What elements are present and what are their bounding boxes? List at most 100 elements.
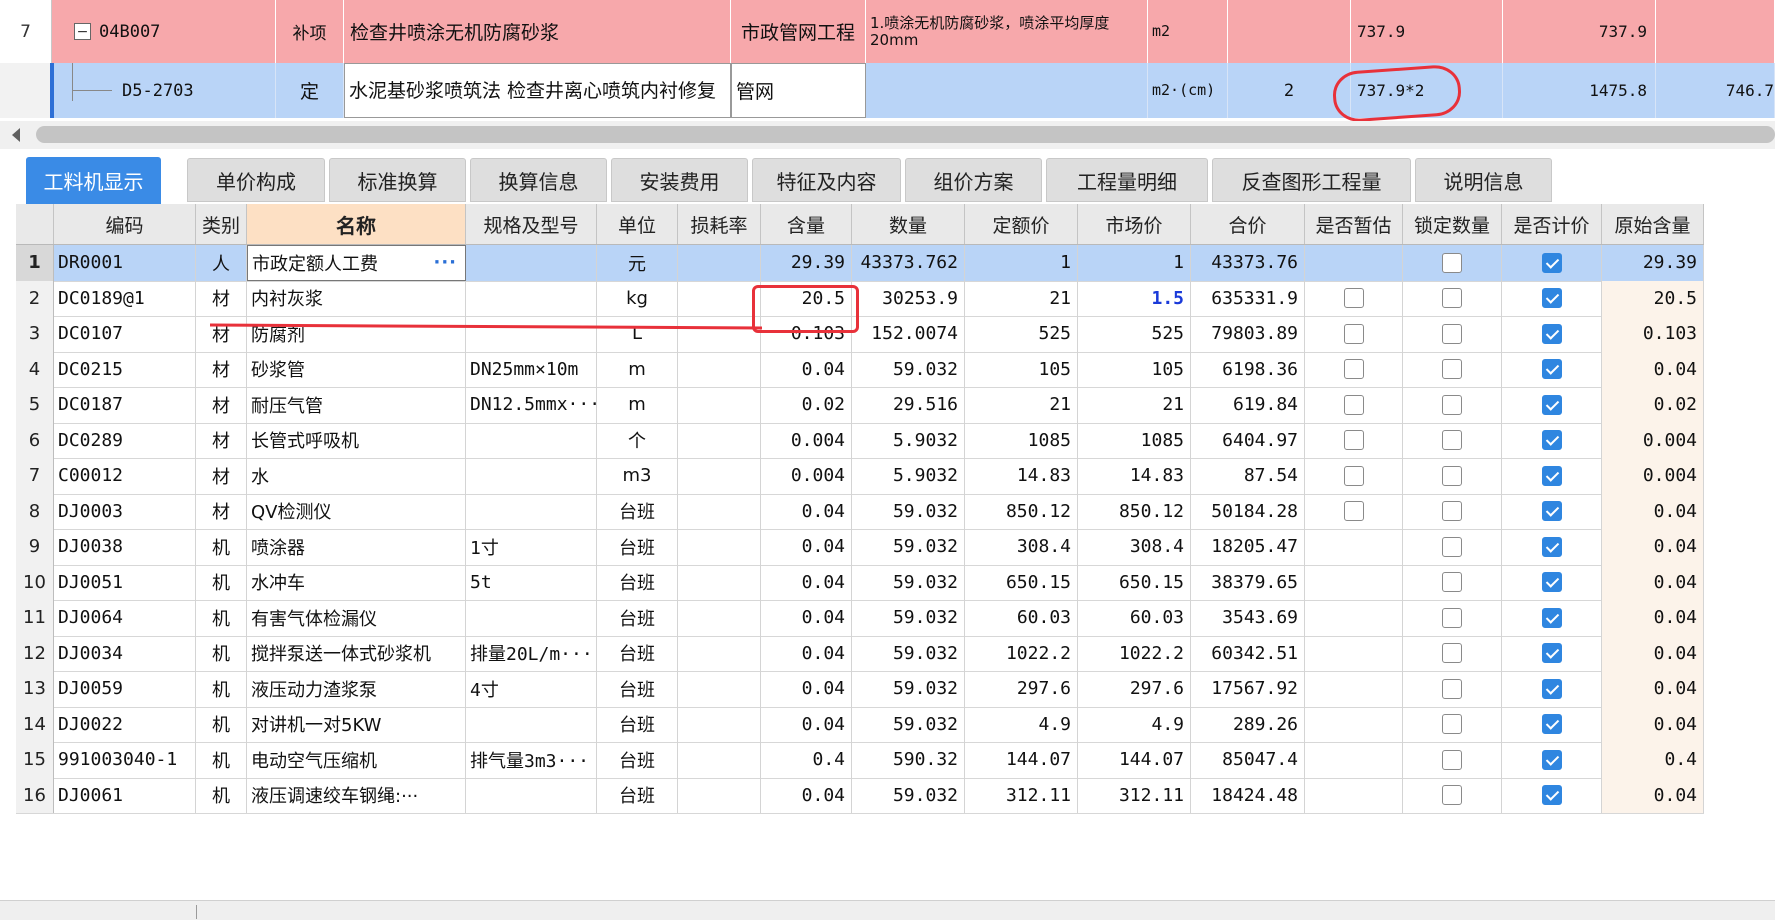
resource-quota-price[interactable]: 21 [965, 280, 1078, 316]
resource-spec[interactable] [466, 280, 597, 316]
resource-original-content[interactable]: 0.04 [1602, 564, 1704, 600]
priced-checkbox[interactable] [1502, 671, 1602, 707]
resource-code[interactable]: DJ0051 [54, 564, 196, 600]
resource-quota-price[interactable]: 14.83 [965, 458, 1078, 494]
resource-category[interactable]: 材 [196, 316, 247, 352]
resource-row[interactable]: 2 DC0189@1 材内衬灰浆 kg 20.5 30253.9 21 1.5 635331.9… [16, 280, 1704, 317]
resource-code[interactable]: DJ0022 [54, 706, 196, 742]
provisional-checkbox[interactable] [1305, 706, 1403, 742]
resource-quantity[interactable]: 59.032 [852, 777, 965, 813]
checkbox-unchecked-icon[interactable] [1442, 252, 1462, 273]
checkbox-unchecked-icon[interactable] [1442, 288, 1462, 309]
resource-total[interactable]: 43373.76 [1191, 245, 1305, 281]
resource-spec[interactable] [466, 458, 597, 494]
col-quota-price[interactable]: 定额价 [965, 204, 1078, 244]
provisional-checkbox[interactable] [1305, 351, 1403, 387]
item-quantity-expr[interactable]: 737.9 [1351, 0, 1503, 63]
resource-row[interactable]: 14 DJ0022 机对讲机一对5KW 台班 0.04 59.032 4.9 4.9 289.2… [16, 706, 1704, 743]
resource-unit[interactable]: 台班 [597, 742, 678, 778]
resource-row[interactable]: 6 DC0289 材长管式呼吸机 个 0.004 5.9032 1085 1085 6404.9… [16, 422, 1704, 459]
checkbox-unchecked-icon[interactable] [1442, 465, 1462, 486]
resource-content[interactable]: 0.04 [761, 529, 852, 565]
resource-row[interactable]: 11 DJ0064 机有害气体检漏仪 台班 0.04 59.032 60.03 60.03 35… [16, 600, 1704, 637]
item-code-cell[interactable]: − 04B007 [52, 0, 276, 63]
resource-quota-price[interactable]: 4.9 [965, 706, 1078, 742]
resource-loss-rate[interactable] [678, 706, 761, 742]
checkbox-unchecked-icon[interactable] [1343, 501, 1364, 522]
priced-checkbox[interactable] [1502, 706, 1602, 742]
resource-row[interactable]: 8 DJ0003 材 QV检测仪 台班 0.04 59.032 850.12 850.12 501… [16, 493, 1704, 530]
resource-unit[interactable]: 元 [597, 245, 678, 281]
more-icon[interactable]: ··· [433, 252, 457, 273]
resource-spec[interactable]: 5t [466, 564, 597, 600]
resource-unit[interactable]: 台班 [597, 600, 678, 636]
resource-code[interactable]: DC0107 [54, 316, 196, 352]
priced-checkbox[interactable] [1502, 280, 1602, 316]
resource-spec[interactable] [466, 600, 597, 636]
resource-category[interactable]: 材 [196, 387, 247, 423]
checkbox-unchecked-icon[interactable] [1343, 394, 1364, 415]
resource-quota-price[interactable]: 525 [965, 316, 1078, 352]
provisional-checkbox[interactable] [1305, 600, 1403, 636]
lock-quantity-checkbox[interactable] [1403, 600, 1502, 636]
checkbox-unchecked-icon[interactable] [1442, 749, 1462, 770]
resource-quota-price[interactable]: 650.15 [965, 564, 1078, 600]
resource-code[interactable]: DJ0038 [54, 529, 196, 565]
col-priced[interactable]: 是否计价 [1502, 204, 1602, 244]
resource-category[interactable]: 机 [196, 706, 247, 742]
resource-category[interactable]: 机 [196, 635, 247, 671]
resource-original-content[interactable]: 0.103 [1602, 316, 1704, 352]
tab-standard-conversion[interactable]: 标准换算 [329, 158, 466, 202]
resource-quantity[interactable]: 59.032 [852, 635, 965, 671]
resource-code[interactable]: DC0187 [54, 387, 196, 423]
resource-unit[interactable]: m [597, 351, 678, 387]
priced-checkbox[interactable] [1502, 600, 1602, 636]
resource-loss-rate[interactable] [678, 245, 761, 281]
resource-loss-rate[interactable] [678, 600, 761, 636]
checkbox-checked-icon[interactable] [1541, 607, 1562, 628]
resource-name[interactable]: 喷涂器 [247, 529, 466, 565]
resource-spec[interactable]: DN25mm×10m [466, 351, 597, 387]
resource-original-content[interactable]: 29.39 [1602, 245, 1704, 281]
resource-row[interactable]: 10 DJ0051 机水冲车 5t 台班 0.04 59.032 650.15 650.15 38… [16, 564, 1704, 601]
resource-quantity[interactable]: 59.032 [852, 600, 965, 636]
resource-code[interactable]: DC0189@1 [54, 280, 196, 316]
checkbox-checked-icon[interactable] [1541, 714, 1562, 735]
resource-name[interactable]: QV检测仪 [247, 493, 466, 529]
provisional-checkbox[interactable] [1305, 777, 1403, 813]
resource-market-price[interactable]: 312.11 [1078, 777, 1191, 813]
resource-quota-price[interactable]: 60.03 [965, 600, 1078, 636]
resource-quota-price[interactable]: 1 [965, 245, 1078, 281]
resource-name[interactable]: 内衬灰浆 [247, 280, 466, 316]
resource-loss-rate[interactable] [678, 316, 761, 352]
resource-total[interactable]: 289.26 [1191, 706, 1305, 742]
resource-loss-rate[interactable] [678, 387, 761, 423]
resource-total[interactable]: 38379.65 [1191, 564, 1305, 600]
resource-content[interactable]: 0.04 [761, 493, 852, 529]
provisional-checkbox[interactable] [1305, 671, 1403, 707]
col-unit[interactable]: 单位 [597, 204, 678, 244]
collapse-icon[interactable]: − [74, 23, 91, 40]
resource-category[interactable]: 机 [196, 600, 247, 636]
resource-spec[interactable]: 排量20L/m··· [466, 635, 597, 671]
resource-quota-price[interactable]: 144.07 [965, 742, 1078, 778]
provisional-checkbox[interactable] [1305, 280, 1403, 316]
checkbox-checked-icon[interactable] [1541, 501, 1562, 522]
resource-market-price[interactable]: 1085 [1078, 422, 1191, 458]
resource-total[interactable]: 79803.89 [1191, 316, 1305, 352]
resource-original-content[interactable]: 0.004 [1602, 458, 1704, 494]
provisional-checkbox[interactable] [1305, 458, 1403, 494]
col-total[interactable]: 合价 [1191, 204, 1305, 244]
provisional-checkbox[interactable] [1305, 245, 1403, 281]
resource-name[interactable]: 电动空气压缩机 [247, 742, 466, 778]
tab-install-fee[interactable]: 安装费用 [611, 158, 748, 202]
resource-original-content[interactable]: 0.04 [1602, 600, 1704, 636]
lock-quantity-checkbox[interactable] [1403, 742, 1502, 778]
provisional-checkbox[interactable] [1305, 529, 1403, 565]
resource-unit[interactable]: 台班 [597, 706, 678, 742]
resource-quantity[interactable]: 59.032 [852, 529, 965, 565]
checkbox-checked-icon[interactable] [1541, 785, 1562, 806]
resource-spec[interactable]: 排气量3m3··· [466, 742, 597, 778]
resource-name[interactable]: 对讲机一对5KW [247, 706, 466, 742]
lock-quantity-checkbox[interactable] [1403, 635, 1502, 671]
